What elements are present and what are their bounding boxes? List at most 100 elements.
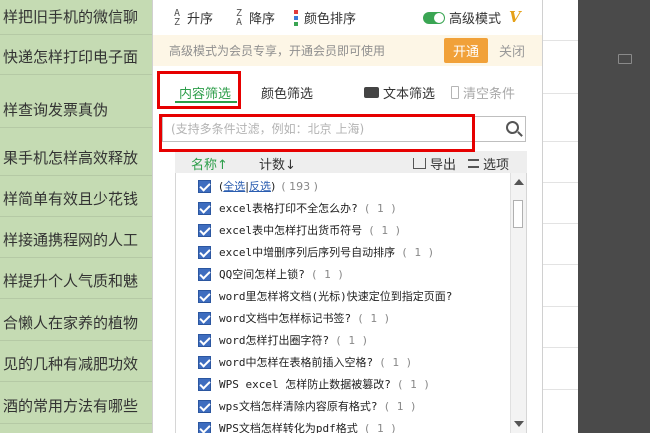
item-label: word文档中怎样标记书签? xyxy=(219,312,352,325)
sort-asc-button[interactable]: AZ 升序 xyxy=(171,8,213,27)
export-label: 导出 xyxy=(430,158,457,173)
item-label: WPS文档怎样转化为pdf格式 xyxy=(219,422,358,433)
spreadsheet-cell[interactable]: 样简单有效且少花钱 xyxy=(0,182,152,217)
spreadsheet-cell[interactable]: 样接通携程网的人工 xyxy=(0,223,152,258)
item-label: excel表中怎样打出货币符号 xyxy=(219,224,363,237)
item-count: ( 1 ) xyxy=(401,245,435,259)
text-filter-button[interactable]: 文本筛选 xyxy=(364,83,435,102)
item-label: QQ空间怎样上锁? xyxy=(219,268,305,281)
select-all-link[interactable]: 全选 xyxy=(223,178,245,194)
sort-desc-label: 降序 xyxy=(249,12,276,27)
item-count: ( 1 ) xyxy=(368,223,402,237)
sort-by-count-header[interactable]: 计数↓ xyxy=(259,154,296,173)
list-item[interactable]: wps文档怎样清除内容原有格式? ( 1 ) xyxy=(176,395,510,417)
clear-filter-icon xyxy=(451,86,459,99)
checkbox-icon[interactable] xyxy=(198,201,211,215)
item-label: word怎样打出圈字符? xyxy=(219,334,330,347)
item-count: ( 1 ) xyxy=(357,311,391,325)
scroll-down-icon[interactable] xyxy=(514,421,524,427)
color-sort-label: 颜色排序 xyxy=(304,12,357,27)
checkbox-icon[interactable] xyxy=(198,333,211,347)
item-label: word里怎样将文档(光标)快速定位到指定页面? xyxy=(219,290,453,303)
advanced-mode-label: 高级模式 xyxy=(449,12,502,27)
filter-panel: AZ 升序 ZA 降序 颜色排序 高级模式 V 高级模式为会员专享，开通会员即可… xyxy=(152,0,543,433)
checkbox-icon[interactable] xyxy=(198,289,211,303)
checkbox-icon[interactable] xyxy=(198,399,211,413)
item-count: ( 1 ) xyxy=(310,267,344,281)
list-item[interactable]: WPS文档怎样转化为pdf格式 ( 1 ) xyxy=(176,417,510,433)
options-label: 选项 xyxy=(483,158,510,173)
item-count: ( 193 ) xyxy=(281,179,318,193)
item-label: excel中增删序列后序列号自动排序 xyxy=(219,246,396,259)
clear-conditions-label: 清空条件 xyxy=(463,87,516,102)
text-filter-label: 文本筛选 xyxy=(383,87,436,102)
item-count: ( 1 ) xyxy=(379,355,413,369)
list-item[interactable]: WPS excel 怎样防止数据被篡改? ( 1 ) xyxy=(176,373,510,395)
checkbox-icon[interactable] xyxy=(198,311,211,325)
checkbox-icon[interactable] xyxy=(198,421,211,433)
checkbox-icon[interactable] xyxy=(198,267,211,281)
list-header: 名称↑ 计数↓ 导出 选项 xyxy=(175,151,527,173)
text-filter-icon xyxy=(364,87,379,98)
options-button[interactable]: 选项 xyxy=(468,154,509,173)
list-item-select-all[interactable]: (全选 | 反选) ( 193 ) xyxy=(176,175,510,197)
clear-conditions-button[interactable]: 清空条件 xyxy=(451,83,515,102)
list-item[interactable]: word中怎样在表格前插入空格? ( 1 ) xyxy=(176,351,510,373)
export-icon xyxy=(413,158,426,169)
spreadsheet-cell[interactable]: 样查询发票真伪 xyxy=(0,93,152,128)
highlight-box-tab xyxy=(157,71,241,109)
spreadsheet-cell[interactable]: 见的几种有减肥功效 xyxy=(0,347,152,382)
scroll-up-icon[interactable] xyxy=(514,179,524,185)
list-item[interactable]: word怎样打出圈字符? ( 1 ) xyxy=(176,329,510,351)
spreadsheet-cell[interactable]: 酒的常用方法有哪些 xyxy=(0,389,152,424)
list-item[interactable]: excel表格打印不全怎么办? ( 1 ) xyxy=(176,197,510,219)
list-scrollbar[interactable] xyxy=(510,173,526,433)
panel-icon[interactable] xyxy=(618,54,632,64)
sort-asc-label: 升序 xyxy=(187,12,214,27)
member-notice: 高级模式为会员专享，开通会员即可使用 开通 关闭 xyxy=(153,35,542,66)
sort-by-name-header[interactable]: 名称↑ xyxy=(191,154,228,173)
spreadsheet-cell[interactable]: 样提升个人气质和魅 xyxy=(0,264,152,299)
sort-desc-button[interactable]: ZA 降序 xyxy=(233,8,275,27)
color-sort-icon xyxy=(294,9,300,26)
item-count: ( 1 ) xyxy=(396,377,430,391)
checkbox-icon[interactable] xyxy=(198,223,211,237)
item-label: excel表格打印不全怎么办? xyxy=(219,202,358,215)
invert-selection-link[interactable]: 反选 xyxy=(249,178,271,194)
spreadsheet-cell[interactable]: 样把旧手机的微信聊 xyxy=(0,0,152,35)
item-label: WPS excel 怎样防止数据被篡改? xyxy=(219,378,391,391)
scroll-thumb[interactable] xyxy=(513,200,523,228)
spreadsheet-cell[interactable]: 合懒人在家养的植物 xyxy=(0,306,152,341)
open-membership-button[interactable]: 开通 xyxy=(444,38,489,63)
item-count: ( 1 ) xyxy=(363,421,397,433)
advanced-mode-toggle[interactable]: 高级模式 xyxy=(423,8,501,27)
sort-toolbar: AZ 升序 ZA 降序 颜色排序 高级模式 V xyxy=(153,0,542,35)
notice-text: 高级模式为会员专享，开通会员即可使用 xyxy=(169,44,386,58)
export-button[interactable]: 导出 xyxy=(413,154,456,173)
color-sort-button[interactable]: 颜色排序 xyxy=(294,8,356,27)
list-item[interactable]: excel表中怎样打出货币符号 ( 1 ) xyxy=(176,219,510,241)
spreadsheet-cell[interactable]: 果手机怎样高效释放 xyxy=(0,141,152,176)
spreadsheet-cell[interactable]: 快递怎样打印电子面 xyxy=(0,40,152,75)
options-icon xyxy=(468,159,479,168)
tab-color-filter[interactable]: 颜色筛选 xyxy=(261,83,313,102)
checkbox-icon[interactable] xyxy=(198,245,211,259)
sort-asc-icon: AZ xyxy=(173,7,181,28)
checkbox-icon[interactable] xyxy=(198,377,211,391)
spreadsheet-column: 样把旧手机的微信聊 快递怎样打印电子面 样查询发票真伪 果手机怎样高效释放 样简… xyxy=(0,0,152,433)
item-label: wps文档怎样清除内容原有格式? xyxy=(219,400,378,413)
list-item[interactable]: excel中增删序列后序列号自动排序 ( 1 ) xyxy=(176,241,510,263)
item-count: ( 1 ) xyxy=(383,399,417,413)
list-item[interactable]: word里怎样将文档(光标)快速定位到指定页面? xyxy=(176,285,510,307)
highlight-box-search xyxy=(159,114,475,152)
side-toolbar xyxy=(578,0,650,433)
list-item[interactable]: QQ空间怎样上锁? ( 1 ) xyxy=(176,263,510,285)
close-notice-button[interactable]: 关闭 xyxy=(499,41,525,60)
search-icon[interactable] xyxy=(506,121,519,134)
checkbox-icon[interactable] xyxy=(198,355,211,369)
toggle-switch-icon xyxy=(423,11,445,24)
checkbox-icon[interactable] xyxy=(198,179,211,193)
item-label: word中怎样在表格前插入空格? xyxy=(219,356,374,369)
item-count: ( 1 ) xyxy=(363,201,397,215)
list-item[interactable]: word文档中怎样标记书签? ( 1 ) xyxy=(176,307,510,329)
